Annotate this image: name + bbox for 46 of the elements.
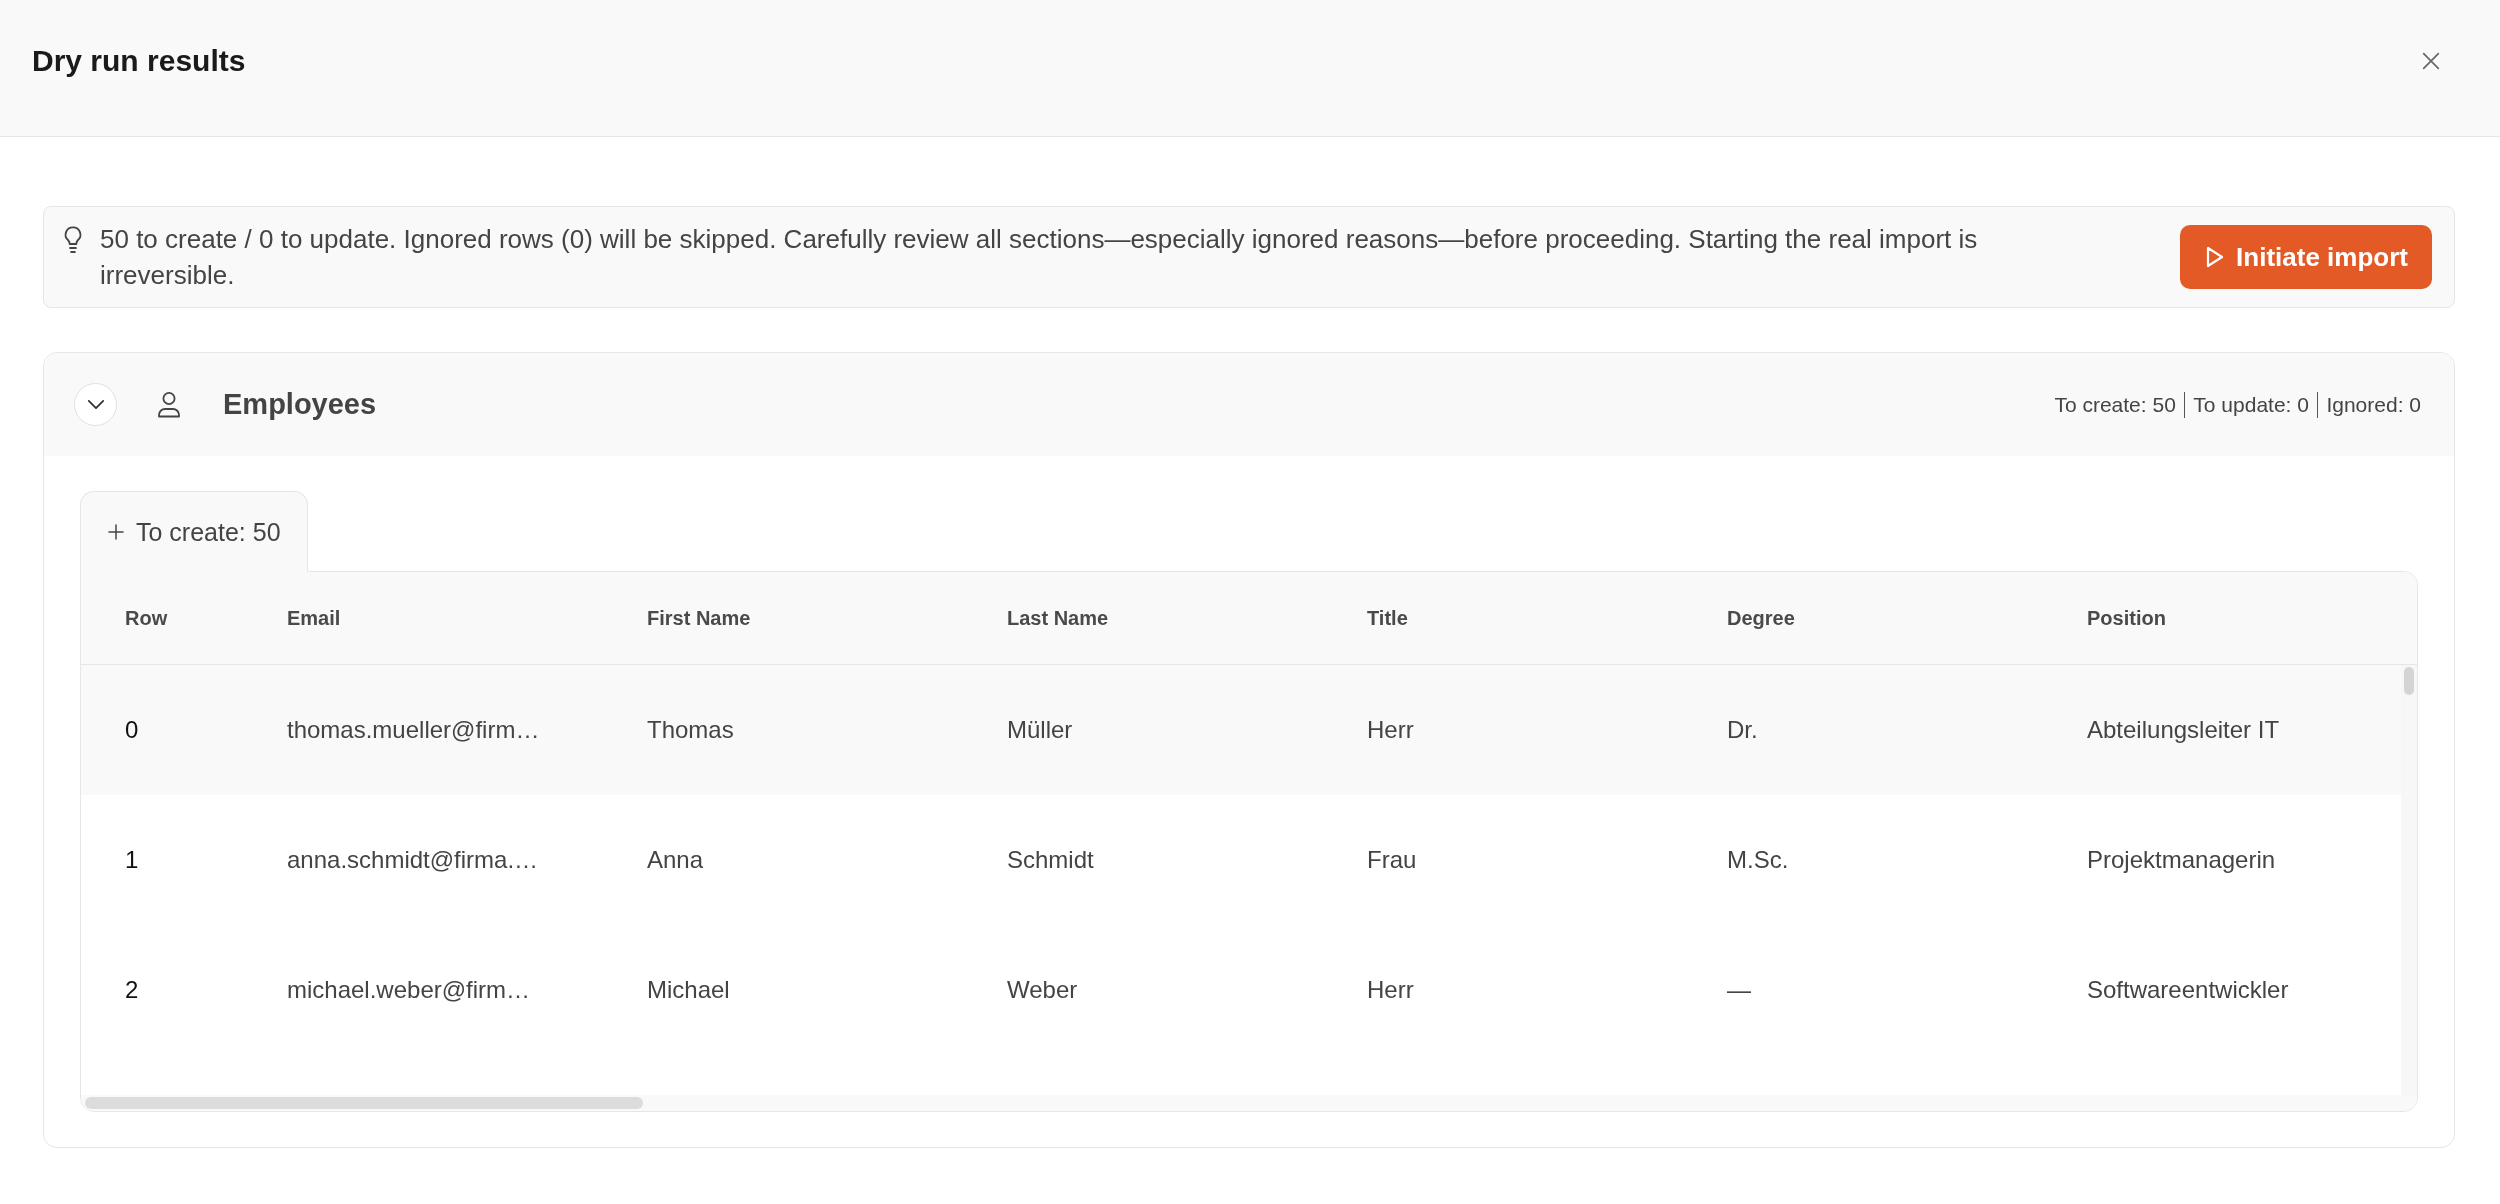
close-icon [2422,52,2440,70]
chevron-icon [86,399,105,410]
section-title: Employees [223,388,377,421]
column-header: Email [286,606,342,630]
summary-count: To update: 0 [2193,392,2309,417]
column-header: First Name [646,606,752,630]
lightbulb-icon [63,226,83,254]
person-icon [157,391,181,418]
summary-count: To create: 50 [2054,392,2176,417]
vertical-scrollbar-thumb[interactable] [2404,667,2414,695]
summary-count: Ignored: 0 [2326,392,2421,417]
tab[interactable]: To create: 50 [80,491,308,572]
plus-icon [108,524,124,540]
table-cell-text: thomas.mueller@firm… [286,716,541,744]
table-cell-text: Dr. [1726,716,1759,744]
table-cell-text: Softwareentwickler [2086,976,2290,1004]
horizontal-scrollbar-thumb[interactable] [85,1097,643,1109]
collapse-button[interactable] [74,383,117,426]
column-header: Row [124,606,169,630]
column-header: Position [2086,606,2167,630]
table-cell-text: Herr [1366,976,1415,1004]
column-header: Degree [1726,606,1796,630]
table-cell-text: Frau [1366,846,1418,874]
table-cell-text: Weber [1006,976,1079,1004]
table-cell-text: Abteilungsleiter IT [2086,716,2281,744]
row-number: 0 [124,716,140,744]
table-cell-text: Projektmanagerin [2086,846,2277,874]
table-cell-text: Michael [646,976,731,1004]
table-cell-text: M.Sc. [1726,846,1790,874]
table-cell-text: Thomas [646,716,735,744]
table-cell-text: anna.schmidt@firma.… [286,846,540,874]
dialog-title: Dry run results [32,44,246,78]
column-header: Last Name [1006,606,1110,630]
table-cell-text: Schmidt [1006,846,1095,874]
column-header: Title [1366,606,1409,630]
play-icon [2206,246,2225,268]
table-row[interactable]: 0 thomas.mueller@firm… Thomas Müller Herr Dr. Abteilungsleiter IT [81,665,2401,795]
table-cell-text: — [1726,976,1752,1004]
notice-text: 50 to create / 0 to update. Ignored rows (0) will be skipped. Carefully review all sections—especially ignored reasons—before proceeding. Starting the real import is irreversible. [100,223,1979,292]
table-cell-text: Herr [1366,716,1415,744]
initiate-import-button[interactable]: Initiate import [2180,225,2432,289]
table-cell-text: Anna [646,846,705,874]
row-number: 2 [124,976,140,1004]
row-number: 1 [124,846,140,874]
table-cell-text: michael.weber@firm… [286,976,532,1004]
table-cell-text: Müller [1006,716,1074,744]
